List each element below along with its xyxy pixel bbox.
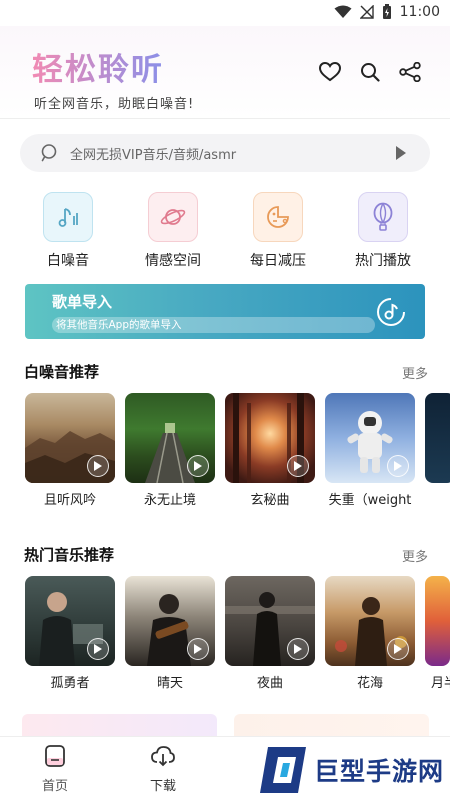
- search-button[interactable]: [357, 59, 383, 85]
- forest-railway-image: [125, 393, 215, 483]
- app-title: 轻松聆听: [32, 44, 164, 89]
- music-disc-icon: [377, 298, 405, 326]
- search-placeholder: 全网无损VIP音乐/音频/asmr: [70, 147, 237, 163]
- astronaut-image: [325, 393, 415, 483]
- white-noise-card[interactable]: 且听风吟: [25, 393, 115, 508]
- play-icon[interactable]: [287, 638, 309, 660]
- hot-music-card[interactable]: 花海: [325, 576, 415, 691]
- hot-music-title: 热门音乐推荐: [24, 546, 115, 564]
- card-label: 玄秘曲: [250, 493, 290, 508]
- quick-emotion-space[interactable]: 情感空间: [133, 192, 213, 270]
- quick-label: 每日减压: [250, 253, 306, 269]
- album-cover-jay-chou-image: [225, 576, 315, 666]
- search-icon: [41, 144, 57, 162]
- banner-subtitle: 将其他音乐App的歌单导入: [52, 317, 375, 333]
- singer-portrait-image: [25, 576, 115, 666]
- card-label: 永无止境: [143, 493, 196, 508]
- site-watermark: 巨型手游网: [250, 740, 450, 800]
- album-cover-colorful-image: [425, 576, 450, 666]
- search-bar[interactable]: 全网无损VIP音乐/音频/asmr: [20, 134, 430, 172]
- card-label: 且听风吟: [43, 493, 96, 508]
- cloud-download-icon: [151, 746, 175, 767]
- watermark-logo: [260, 747, 306, 793]
- white-noise-more-link[interactable]: 更多: [402, 363, 428, 382]
- header-divider: [0, 118, 450, 119]
- nav-download[interactable]: 下载: [133, 743, 193, 794]
- favorite-button[interactable]: [317, 59, 343, 85]
- play-icon[interactable]: [387, 638, 409, 660]
- battery-icon: [382, 4, 391, 19]
- card-label: 夜曲: [256, 676, 283, 691]
- play-icon[interactable]: [187, 638, 209, 660]
- nav-home[interactable]: 首页: [25, 743, 85, 794]
- play-triangle-icon[interactable]: [396, 146, 406, 160]
- hot-music-card[interactable]: 孤勇者: [25, 576, 115, 691]
- play-icon[interactable]: [387, 455, 409, 477]
- album-cover-garden-image: [325, 576, 415, 666]
- white-noise-card[interactable]: 失重（weight: [325, 393, 415, 508]
- banner-title: 歌单导入: [52, 293, 113, 311]
- no-signal-icon: [359, 5, 374, 19]
- app-subtitle: 听全网音乐，助眠白噪音!: [34, 97, 195, 112]
- nav-label: 首页: [41, 779, 68, 794]
- quick-hot-play[interactable]: 热门播放: [343, 192, 423, 270]
- hot-music-card[interactable]: 晴天: [125, 576, 215, 691]
- share-icon: [399, 62, 421, 82]
- quick-white-noise[interactable]: 白噪音: [28, 192, 108, 270]
- playlist-import-banner[interactable]: 歌单导入 将其他音乐App的歌单导入: [25, 284, 425, 339]
- home-icon: [45, 745, 65, 767]
- hot-music-more-link[interactable]: 更多: [402, 546, 428, 565]
- wifi-icon: [334, 5, 352, 18]
- music-note-icon: [43, 192, 93, 242]
- album-cover-guitar-image: [125, 576, 215, 666]
- card-label: 晴天: [156, 676, 183, 691]
- white-noise-card[interactable]: 玄秘曲: [225, 393, 315, 508]
- status-time: 11:00: [399, 4, 440, 20]
- play-icon[interactable]: [87, 638, 109, 660]
- heart-icon: [319, 62, 341, 82]
- hot-music-card[interactable]: 夜曲: [225, 576, 315, 691]
- card-label: 失重（weight: [328, 493, 412, 508]
- white-noise-card-peek[interactable]: [425, 393, 450, 483]
- hot-music-card-peek[interactable]: 月半: [425, 576, 450, 691]
- game-pad-icon: [253, 192, 303, 242]
- play-icon[interactable]: [287, 455, 309, 477]
- quick-actions: 白噪音 情感空间 每日减压 热门播放: [0, 192, 450, 272]
- card-label: 花海: [356, 676, 383, 691]
- planet-icon: [148, 192, 198, 242]
- canyon-landscape-image: [25, 393, 115, 483]
- card-label: 月半: [431, 676, 450, 691]
- quick-label: 白噪音: [47, 253, 89, 269]
- search-icon: [361, 63, 380, 82]
- app-header: 轻松聆听 听全网音乐，助眠白噪音!: [0, 26, 450, 118]
- play-icon[interactable]: [187, 455, 209, 477]
- quick-daily-relief[interactable]: 每日减压: [238, 192, 318, 270]
- quick-label: 情感空间: [145, 253, 201, 269]
- quick-label: 热门播放: [355, 253, 411, 269]
- share-button[interactable]: [397, 59, 423, 85]
- nav-label: 下载: [149, 779, 176, 794]
- white-noise-card[interactable]: 永无止境: [125, 393, 215, 508]
- mystic-forest-image: [225, 393, 315, 483]
- balloon-icon: [358, 192, 408, 242]
- card-label: 孤勇者: [50, 676, 90, 691]
- play-icon[interactable]: [87, 455, 109, 477]
- watermark-text: 巨型手游网: [314, 757, 445, 786]
- status-bar: 11:00: [0, 0, 450, 26]
- white-noise-title: 白噪音推荐: [24, 363, 100, 381]
- dark-cover-image: [425, 393, 450, 483]
